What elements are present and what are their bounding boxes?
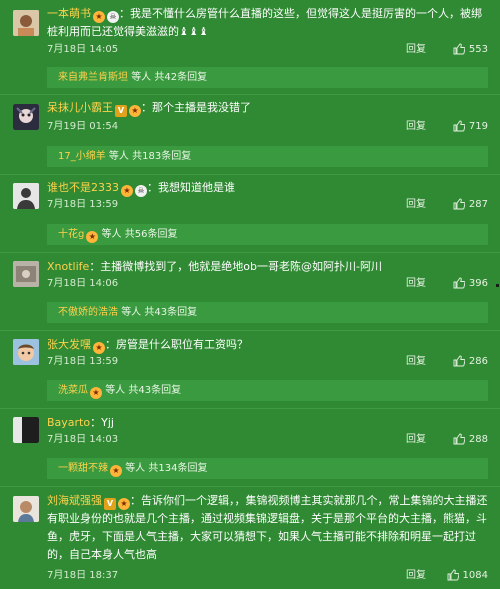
like-button[interactable]: 287 — [453, 196, 488, 217]
replies-bar[interactable]: 17_小绵羊 等人 共183条回复 — [47, 146, 488, 167]
divider — [0, 486, 500, 487]
avatar[interactable] — [13, 261, 39, 287]
like-button[interactable]: 396 — [453, 275, 488, 296]
comment-text: ：Yjj — [90, 416, 114, 429]
thumbs-up-icon — [453, 43, 466, 62]
replies-bar[interactable]: 十花g ★ 等人 共56条回复 — [47, 224, 488, 245]
skull-badge-icon: ☠ — [107, 11, 119, 23]
like-button[interactable]: 553 — [453, 41, 488, 62]
timestamp: 7月18日 13:59 — [47, 356, 119, 367]
like-count: 1084 — [462, 570, 488, 581]
avatar[interactable] — [13, 339, 39, 365]
reply-user[interactable]: 一颗甜不辣 — [58, 463, 108, 474]
username[interactable]: Bayarto — [47, 416, 90, 429]
comment-text: ：主播微博找到了，他就是绝地ob一哥老陈@如阿扑川-阿川 — [89, 260, 382, 273]
reply-button[interactable]: 回复 — [406, 431, 426, 449]
replies-mid: 等人 — [125, 463, 146, 474]
username[interactable]: 呆抹儿小霸王 — [47, 101, 113, 114]
scrollbar-marker[interactable] — [496, 284, 499, 287]
username[interactable]: 一本萌书 — [47, 7, 91, 20]
timestamp: 7月18日 14:03 — [47, 434, 119, 445]
like-count: 287 — [468, 199, 488, 210]
comment-text: ：那个主播是我没错了 — [141, 101, 251, 114]
thumbs-up-icon — [453, 277, 466, 296]
reply-user[interactable]: 来自弗兰肯斯坦 — [58, 72, 128, 83]
replies-mid: 等人 — [108, 151, 129, 162]
like-button[interactable]: 286 — [453, 353, 488, 374]
fire-badge-icon: ★ — [93, 11, 105, 23]
avatar[interactable] — [13, 417, 39, 443]
thumbs-up-icon — [453, 355, 466, 374]
divider — [0, 330, 500, 331]
reply-button[interactable]: 回复 — [406, 353, 426, 371]
avatar[interactable] — [13, 496, 39, 522]
timestamp: 7月18日 18:37 — [47, 570, 119, 581]
reply-count: 共183条回复 — [132, 151, 192, 162]
replies-mid: 等人 — [121, 307, 142, 318]
reply-user[interactable]: 洗菜瓜 — [58, 385, 88, 396]
divider — [0, 174, 500, 175]
emoji-icons: ♝♝♝ — [179, 25, 209, 38]
vip-badge-icon: V — [115, 105, 127, 117]
fire-badge-icon: ★ — [86, 231, 99, 243]
fire-badge-icon: ★ — [118, 498, 130, 510]
fire-badge-icon: ★ — [110, 465, 122, 477]
thumbs-up-icon — [453, 120, 466, 139]
replies-mid: 等人 — [105, 385, 126, 396]
verified-v-icon: V — [104, 498, 116, 510]
fire-badge-icon: ★ — [90, 387, 102, 399]
reply-count: 共134条回复 — [148, 463, 208, 474]
username[interactable]: 谁也不是2333 — [47, 181, 119, 194]
comment-text: ：我想知道他是谁 — [147, 181, 235, 194]
reply-user[interactable]: 十花g — [58, 229, 84, 240]
like-button[interactable]: 1084 — [447, 567, 488, 588]
replies-bar[interactable]: 不傲娇的浩浩 等人 共43条回复 — [47, 302, 488, 323]
timestamp: 7月18日 14:05 — [47, 44, 119, 55]
reply-user[interactable]: 不傲娇的浩浩 — [58, 307, 118, 318]
timestamp: 7月18日 14:06 — [47, 278, 119, 289]
username[interactable]: Xnotlife — [47, 260, 89, 273]
comment-feed: 一本萌书 ★ ☠ ：我是不懂什么房管什么直播的这些，但觉得这人是挺厉害的一个人，被绑桩… — [0, 0, 500, 589]
reply-button[interactable]: 回复 — [406, 118, 426, 136]
timestamp: 7月19日 01:54 — [47, 121, 119, 132]
username[interactable]: 张大发嘿 — [47, 338, 91, 351]
like-button[interactable]: 719 — [453, 118, 488, 139]
username[interactable]: 刘海斌强强 — [47, 494, 102, 507]
fire-badge-icon: ★ — [129, 105, 141, 117]
thumbs-up-icon — [447, 569, 459, 588]
reply-count: 共42条回复 — [154, 72, 208, 83]
replies-bar[interactable]: 洗菜瓜 ★ 等人 共43条回复 — [47, 380, 488, 401]
comment-text: ：房管是什么职位有工资吗？ — [105, 338, 248, 351]
like-button[interactable]: 288 — [453, 431, 488, 452]
timestamp: 7月18日 13:59 — [47, 199, 119, 210]
divider — [0, 408, 500, 409]
thumbs-up-icon — [453, 198, 466, 217]
avatar[interactable] — [13, 104, 39, 130]
replies-bar[interactable]: 来自弗兰肯斯坦 等人 共42条回复 — [47, 67, 488, 88]
reply-count: 共43条回复 — [144, 307, 198, 318]
like-count: 719 — [468, 121, 488, 132]
reply-count: 共56条回复 — [124, 229, 178, 240]
reply-button[interactable]: 回复 — [406, 41, 426, 59]
like-count: 396 — [468, 278, 488, 289]
thumbs-up-icon — [453, 433, 466, 452]
reply-count: 共43条回复 — [128, 385, 182, 396]
reply-button[interactable]: 回复 — [406, 196, 426, 214]
reply-user[interactable]: 17_小绵羊 — [58, 151, 106, 162]
avatar[interactable] — [13, 10, 39, 36]
divider — [0, 252, 500, 253]
replies-bar[interactable]: 一颗甜不辣 ★ 等人 共134条回复 — [47, 458, 488, 479]
like-count: 553 — [468, 44, 488, 55]
avatar[interactable] — [13, 183, 39, 209]
reply-button[interactable]: 回复 — [406, 275, 426, 293]
divider — [0, 94, 500, 95]
replies-mid: 等人 — [131, 72, 152, 83]
like-count: 288 — [468, 434, 488, 445]
reply-button[interactable]: 回复 — [406, 567, 426, 585]
replies-mid: 等人 — [101, 229, 122, 240]
like-count: 286 — [468, 356, 488, 367]
